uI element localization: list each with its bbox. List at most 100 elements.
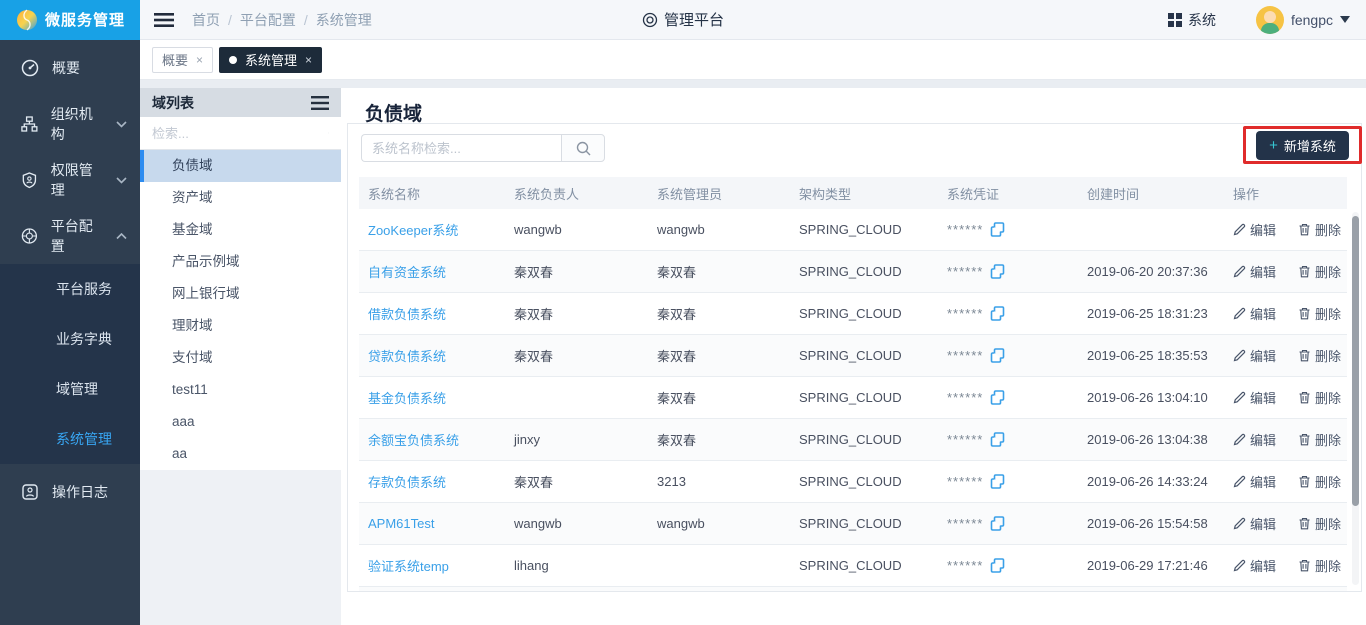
- sidebar-item-platform-config[interactable]: 平台配置: [0, 208, 140, 264]
- delete-button[interactable]: 删除: [1298, 220, 1341, 239]
- domain-panel-title: 域列表: [152, 93, 194, 113]
- copy-icon[interactable]: [990, 264, 1005, 279]
- target-icon: [642, 12, 658, 28]
- edit-button[interactable]: 编辑: [1233, 220, 1276, 239]
- edit-button[interactable]: 编辑: [1233, 304, 1276, 323]
- edit-button[interactable]: 编辑: [1233, 556, 1276, 575]
- copy-icon[interactable]: [990, 516, 1005, 531]
- sidebar-item-domain-mgmt[interactable]: 域管理: [0, 364, 140, 414]
- created-time-cell: 2019-06-25 18:35:53: [1078, 348, 1224, 363]
- system-owner-cell: 秦双春: [505, 262, 648, 281]
- main-content: 负债域 + 新增系统: [345, 88, 1366, 625]
- created-time-cell: 2019-06-26 13:04:38: [1078, 432, 1224, 447]
- trash-icon: [1298, 349, 1311, 362]
- close-icon[interactable]: ×: [305, 53, 312, 67]
- user-menu[interactable]: fengpc: [1256, 6, 1350, 34]
- delete-button[interactable]: 删除: [1298, 472, 1341, 491]
- edit-button[interactable]: 编辑: [1233, 430, 1276, 449]
- edit-button[interactable]: 编辑: [1233, 262, 1276, 281]
- credential-cell: ******: [938, 432, 1078, 447]
- system-name-link[interactable]: 验证系统temp: [368, 559, 449, 574]
- tab-overview[interactable]: 概要 ×: [152, 47, 213, 73]
- created-time-cell: 2019-06-20 20:37:36: [1078, 264, 1224, 279]
- app-root: 微服务管理 首页 / 平台配置 / 系统管理 管理平台 系统: [0, 0, 1366, 625]
- domain-search-box: [140, 117, 341, 150]
- trash-icon: [1298, 391, 1311, 404]
- edit-button[interactable]: 编辑: [1233, 514, 1276, 533]
- system-name-link[interactable]: 存款负债系统: [368, 475, 446, 490]
- copy-icon[interactable]: [990, 474, 1005, 489]
- domain-item[interactable]: aa: [140, 438, 341, 470]
- close-icon[interactable]: ×: [196, 53, 203, 67]
- sidebar-item-system-mgmt[interactable]: 系统管理: [0, 414, 140, 464]
- delete-button[interactable]: 删除: [1298, 262, 1341, 281]
- delete-button[interactable]: 删除: [1298, 514, 1341, 533]
- scrollbar-thumb[interactable]: [1352, 216, 1359, 506]
- system-name-link[interactable]: 余额宝负债系统: [368, 433, 459, 448]
- delete-button[interactable]: 删除: [1298, 304, 1341, 323]
- delete-button[interactable]: 删除: [1298, 430, 1341, 449]
- credential-cell: ******: [938, 558, 1078, 573]
- panel-collapse-icon[interactable]: [311, 96, 329, 110]
- system-name-link[interactable]: ZooKeeper系统: [368, 223, 458, 238]
- domain-item[interactable]: 网上银行域: [140, 278, 341, 310]
- domain-item[interactable]: 支付域: [140, 342, 341, 374]
- sidebar-item-permissions[interactable]: 权限管理: [0, 152, 140, 208]
- copy-icon[interactable]: [990, 222, 1005, 237]
- breadcrumb-home[interactable]: 首页: [192, 10, 220, 30]
- trash-icon: [1298, 265, 1311, 278]
- app-logo[interactable]: 微服务管理: [0, 0, 140, 40]
- trash-icon: [1298, 433, 1311, 446]
- system-name-link[interactable]: 基金负债系统: [368, 391, 446, 406]
- system-search-input[interactable]: [361, 134, 561, 162]
- sidebar-item-business-dictionary[interactable]: 业务字典: [0, 314, 140, 364]
- credential-mask: ******: [947, 348, 983, 363]
- copy-icon[interactable]: [990, 432, 1005, 447]
- delete-button[interactable]: 删除: [1298, 346, 1341, 365]
- domain-search-input[interactable]: [152, 126, 328, 141]
- system-admin-cell: 秦双春: [648, 346, 790, 365]
- domain-item[interactable]: 基金域: [140, 214, 341, 246]
- domain-item[interactable]: 产品示例域: [140, 246, 341, 278]
- domain-item[interactable]: test11: [140, 374, 341, 406]
- sidebar-label: 概要: [52, 58, 80, 78]
- system-name-link[interactable]: 自有资金系统: [368, 265, 446, 280]
- tab-system-mgmt[interactable]: 系统管理 ×: [219, 47, 322, 73]
- table-row: 自有资金系统 秦双春 秦双春 SPRING_CLOUD ****** 2019-…: [359, 251, 1347, 293]
- copy-icon[interactable]: [990, 306, 1005, 321]
- copy-icon[interactable]: [990, 390, 1005, 405]
- system-menu-button[interactable]: 系统: [1168, 10, 1216, 30]
- copy-icon[interactable]: [990, 558, 1005, 573]
- domain-item[interactable]: 资产域: [140, 182, 341, 214]
- system-admin-cell: 秦双春: [648, 304, 790, 323]
- collapse-menu-icon[interactable]: [154, 12, 174, 28]
- domain-item[interactable]: aaa: [140, 406, 341, 438]
- platform-switcher[interactable]: 管理平台: [642, 9, 724, 30]
- breadcrumb: 首页 / 平台配置 / 系统管理: [192, 10, 372, 30]
- domain-item[interactable]: 负债域: [140, 150, 341, 182]
- search-icon[interactable]: [328, 126, 329, 140]
- edit-button[interactable]: 编辑: [1233, 346, 1276, 365]
- edit-button[interactable]: 编辑: [1233, 388, 1276, 407]
- system-name-link[interactable]: 贷款负债系统: [368, 349, 446, 364]
- created-time-cell: 2019-06-29 17:21:46: [1078, 558, 1224, 573]
- sidebar-item-organization[interactable]: 组织机构: [0, 96, 140, 152]
- operations-cell: 编辑 删除: [1224, 556, 1347, 575]
- sidebar-item-overview[interactable]: 概要: [0, 40, 140, 96]
- sidebar-label: 组织机构: [51, 104, 103, 144]
- system-search-button[interactable]: [561, 134, 605, 162]
- copy-icon[interactable]: [990, 348, 1005, 363]
- add-system-button[interactable]: + 新增系统: [1256, 131, 1349, 160]
- system-menu-label: 系统: [1188, 10, 1216, 30]
- annotation-highlight: + 新增系统: [1243, 126, 1362, 164]
- table-row: 贷款负债系统 秦双春 秦双春 SPRING_CLOUD ****** 2019-…: [359, 335, 1347, 377]
- edit-button[interactable]: 编辑: [1233, 472, 1276, 491]
- breadcrumb-platform-config[interactable]: 平台配置: [240, 10, 296, 30]
- delete-button[interactable]: 删除: [1298, 388, 1341, 407]
- system-name-link[interactable]: 借款负债系统: [368, 307, 446, 322]
- sidebar-item-platform-services[interactable]: 平台服务: [0, 264, 140, 314]
- domain-item[interactable]: 理财域: [140, 310, 341, 342]
- delete-button[interactable]: 删除: [1298, 556, 1341, 575]
- sidebar-item-operation-log[interactable]: 操作日志: [0, 464, 140, 520]
- system-name-link[interactable]: APM61Test: [368, 516, 434, 531]
